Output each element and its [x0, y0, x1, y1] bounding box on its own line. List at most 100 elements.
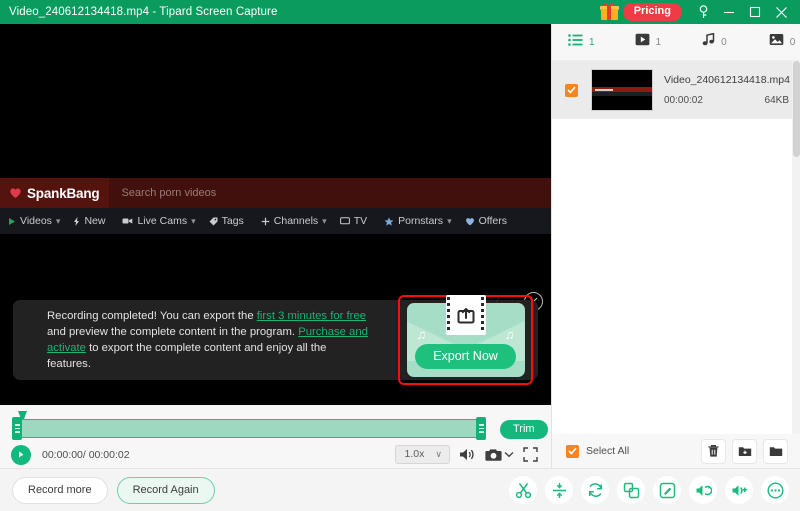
- tab-count: 1: [589, 36, 595, 48]
- export-message-part1: Recording completed! You can export the: [47, 310, 257, 322]
- list-icon: [568, 33, 583, 51]
- chevron-down-icon: ▾: [191, 215, 196, 226]
- tab-all-files[interactable]: 1: [568, 33, 595, 51]
- share-film-icon: ♫ ♫ ♪ Export Now: [406, 293, 525, 377]
- nav-item-pornstars[interactable]: Pornstars ▾: [384, 215, 452, 227]
- transport-row: 00:00:00/ 00:00:02 1.0x ∨: [0, 441, 551, 468]
- tab-count: 0: [789, 36, 796, 48]
- nav-item-channels[interactable]: Channels ▾: [261, 215, 327, 227]
- snapshot-control[interactable]: [485, 448, 514, 462]
- file-size: 64KB: [764, 95, 789, 106]
- tab-count: 1: [655, 36, 662, 48]
- fullscreen-icon[interactable]: [523, 447, 538, 462]
- player-controls: Trim 00:00:00/ 00:00:02 1.0x ∨: [0, 405, 551, 468]
- file-thumbnail: [591, 69, 653, 111]
- music-note-icon: ♪: [495, 293, 501, 305]
- recorded-site-nav: Videos ▾ New Live Cams ▾ Tags Channels ▾…: [0, 208, 551, 234]
- tv-icon: [339, 217, 350, 225]
- time-display: 00:00:00/ 00:00:02: [42, 448, 130, 461]
- timeline-track[interactable]: [14, 419, 481, 438]
- edit-icon[interactable]: [653, 476, 681, 504]
- heart-icon: [465, 217, 475, 226]
- tab-count: 0: [721, 36, 727, 48]
- pricing-button[interactable]: Pricing: [622, 3, 682, 21]
- title-bar: Video_240612134418.mp4 - Tipard Screen C…: [0, 0, 800, 24]
- window-title: Video_240612134418.mp4 - Tipard Screen C…: [9, 6, 278, 18]
- video-icon: [635, 33, 650, 51]
- file-list: Video_240612134418.mp4 00:00:02 64KB: [552, 60, 800, 435]
- trim-handle-left[interactable]: [12, 417, 22, 440]
- tab-videos[interactable]: 1: [635, 33, 662, 51]
- compress-icon[interactable]: [545, 476, 573, 504]
- tab-audio[interactable]: 0: [702, 32, 727, 51]
- minimize-icon[interactable]: [716, 0, 742, 24]
- free-export-link[interactable]: first 3 minutes for free: [257, 310, 366, 322]
- gift-ribbon: [606, 6, 611, 20]
- file-info: Video_240612134418.mp4 00:00:02 64KB: [664, 74, 800, 106]
- export-message-part3: to export the complete content and enjoy…: [47, 342, 327, 370]
- volume-icon[interactable]: [459, 447, 476, 462]
- site-search-input[interactable]: Search porn videos: [109, 178, 551, 208]
- share-arrow-icon: [452, 295, 480, 335]
- audio-extract-icon[interactable]: [689, 476, 717, 504]
- trim-handle-right[interactable]: [476, 417, 486, 440]
- export-now-button[interactable]: Export Now: [415, 344, 516, 369]
- music-note-icon: ♫: [416, 327, 427, 342]
- record-again-button[interactable]: Record Again: [116, 476, 215, 504]
- nav-label: Videos: [20, 215, 52, 227]
- tab-images[interactable]: 0: [769, 33, 796, 51]
- library-tabs: 1 1 0 0: [552, 24, 800, 60]
- file-name: Video_240612134418.mp4: [664, 74, 790, 86]
- heart-icon: [9, 187, 22, 199]
- more-icon[interactable]: [761, 476, 789, 504]
- trash-icon[interactable]: [702, 439, 725, 463]
- file-list-scrollbar[interactable]: [792, 61, 800, 435]
- chevron-down-icon: ∨: [435, 448, 442, 459]
- file-checkbox[interactable]: [565, 83, 578, 97]
- bottom-toolbar: Record more Record Again: [0, 468, 800, 511]
- thumbnail-navbar: [592, 92, 652, 96]
- tool-buttons: [509, 476, 800, 504]
- trim-button[interactable]: Trim: [500, 420, 548, 439]
- merge-icon[interactable]: [617, 476, 645, 504]
- select-all-row: Select All: [552, 434, 800, 468]
- plus-icon: [261, 217, 270, 226]
- file-actions: [702, 439, 800, 463]
- record-more-button[interactable]: Record more: [12, 476, 108, 504]
- star-icon: [384, 216, 394, 226]
- chevron-down-icon[interactable]: [504, 451, 514, 458]
- convert-icon[interactable]: [581, 476, 609, 504]
- timeline[interactable]: Trim: [0, 411, 551, 440]
- select-all-checkbox[interactable]: [566, 444, 579, 458]
- camera-icon: [122, 217, 133, 225]
- chevron-down-icon: ▾: [447, 215, 452, 226]
- export-message: Recording completed! You can export the …: [13, 308, 373, 372]
- nav-item-tags[interactable]: Tags: [209, 215, 248, 227]
- speed-select[interactable]: 1.0x ∨: [394, 445, 450, 464]
- nav-label: Offers: [478, 215, 507, 227]
- grip-line: [478, 424, 484, 426]
- gift-icon[interactable]: [599, 3, 620, 21]
- nav-item-videos[interactable]: Videos ▾: [8, 215, 60, 227]
- folder-open-icon[interactable]: [764, 439, 787, 463]
- nav-item-live-cams[interactable]: Live Cams ▾: [122, 215, 196, 227]
- volume-boost-icon[interactable]: [725, 476, 753, 504]
- nav-item-offers[interactable]: Offers: [465, 215, 511, 227]
- maximize-icon[interactable]: [742, 0, 768, 24]
- scrollbar-thumb[interactable]: [793, 61, 800, 157]
- nav-item-tv[interactable]: TV: [339, 215, 371, 227]
- image-icon: [769, 33, 784, 51]
- scissors-icon[interactable]: [509, 476, 537, 504]
- nav-item-new[interactable]: New: [73, 215, 109, 227]
- close-icon[interactable]: [768, 0, 794, 24]
- folder-move-icon[interactable]: [733, 439, 756, 463]
- tag-icon: [209, 217, 218, 226]
- camera-icon[interactable]: [485, 448, 502, 462]
- key-icon[interactable]: [690, 0, 716, 24]
- list-item[interactable]: Video_240612134418.mp4 00:00:02 64KB: [552, 61, 800, 119]
- music-icon: [702, 32, 715, 51]
- select-all-label: Select All: [586, 445, 630, 457]
- play-icon[interactable]: [11, 444, 31, 465]
- speed-value: 1.0x: [404, 448, 425, 460]
- film-strip: [445, 295, 486, 335]
